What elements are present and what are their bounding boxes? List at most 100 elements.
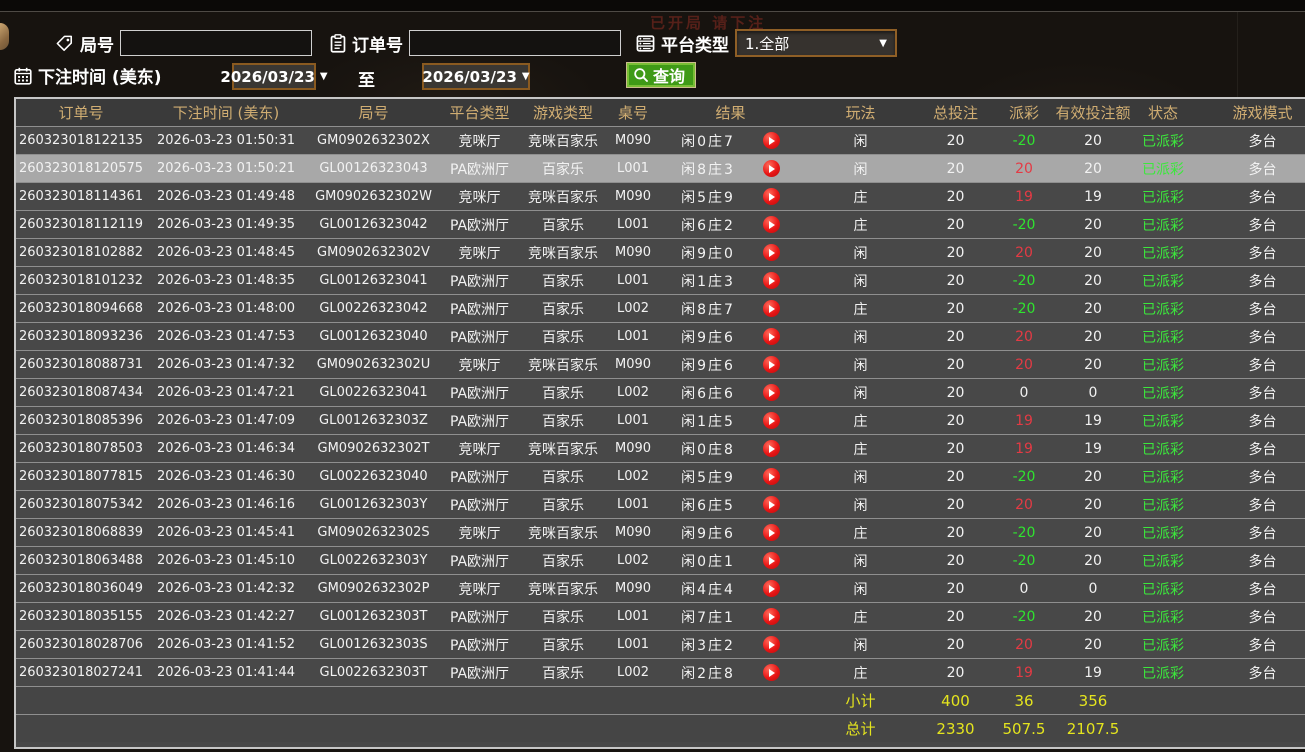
table-row[interactable]: 260323018036049 2026-03-23 01:42:32 GM09… bbox=[16, 574, 1305, 603]
play-video-icon[interactable] bbox=[762, 608, 780, 625]
table-row[interactable]: 260323018102882 2026-03-23 01:48:45 GM09… bbox=[16, 238, 1305, 267]
platform-type-cell: 竞咪厅 bbox=[441, 518, 518, 547]
play-video-icon[interactable] bbox=[762, 412, 780, 429]
play-video-icon[interactable] bbox=[762, 580, 780, 597]
bet-time-cell: 2026-03-23 01:50:21 bbox=[146, 154, 306, 183]
platform-type-cell: 竞咪厅 bbox=[441, 350, 518, 379]
game-mode-cell: 多台 bbox=[1195, 210, 1305, 239]
header-bet-time: 下注时间 (美东) bbox=[146, 99, 306, 127]
game-no-cell: GL00126323043 bbox=[306, 154, 441, 183]
date-to-picker[interactable]: 2026/03/23 ▼ bbox=[422, 63, 530, 90]
query-button[interactable]: 查询 bbox=[626, 62, 697, 88]
table-row[interactable]: 260323018094668 2026-03-23 01:48:00 GL00… bbox=[16, 294, 1305, 323]
game-mode-cell: 多台 bbox=[1195, 182, 1305, 211]
play-video-icon[interactable] bbox=[762, 328, 780, 345]
result-text: 闲4庄4 bbox=[681, 581, 735, 598]
play-video-icon[interactable] bbox=[762, 160, 780, 177]
play-video-icon[interactable] bbox=[762, 216, 780, 233]
order-no-filter: 订单号 bbox=[330, 30, 621, 56]
order-no-cell: 260323018101232 bbox=[16, 266, 146, 295]
game-mode-cell: 多台 bbox=[1195, 406, 1305, 435]
platform-type-select[interactable]: 1.全部 ▼ bbox=[735, 29, 897, 57]
game-type-cell: 百家乐 bbox=[518, 378, 608, 407]
table-no-cell: L002 bbox=[608, 658, 658, 687]
status-cell: 已派彩 bbox=[1131, 406, 1195, 435]
result-cell: 闲2庄8 bbox=[658, 658, 803, 687]
table-no-cell: L002 bbox=[608, 378, 658, 407]
table-row[interactable]: 260323018088731 2026-03-23 01:47:32 GM09… bbox=[16, 350, 1305, 379]
total-bet-cell: 20 bbox=[918, 630, 993, 659]
table-row[interactable]: 260323018087434 2026-03-23 01:47:21 GL00… bbox=[16, 378, 1305, 407]
payout-cell: 20 bbox=[993, 154, 1055, 183]
table-row[interactable]: 260323018063488 2026-03-23 01:45:10 GL00… bbox=[16, 546, 1305, 575]
play-triangle bbox=[769, 528, 776, 537]
table-row[interactable]: 260323018077815 2026-03-23 01:46:30 GL00… bbox=[16, 462, 1305, 491]
play-triangle bbox=[769, 444, 776, 453]
payout-cell: 20 bbox=[993, 490, 1055, 519]
play-type-cell: 闲 bbox=[803, 266, 918, 295]
play-video-icon[interactable] bbox=[762, 300, 780, 317]
valid-bet-cell: 19 bbox=[1055, 658, 1131, 687]
header-status: 状态 bbox=[1131, 99, 1195, 127]
game-mode-cell: 多台 bbox=[1195, 322, 1305, 351]
play-video-icon[interactable] bbox=[762, 552, 780, 569]
table-no-cell: M090 bbox=[608, 434, 658, 463]
game-no-cell: GL00126323042 bbox=[306, 210, 441, 239]
play-video-icon[interactable] bbox=[762, 524, 780, 541]
platform-type-cell: 竞咪厅 bbox=[441, 126, 518, 155]
status-cell: 已派彩 bbox=[1131, 574, 1195, 603]
payout-cell: -20 bbox=[993, 126, 1055, 155]
order-no-input[interactable] bbox=[409, 30, 621, 56]
bet-time-cell: 2026-03-23 01:50:31 bbox=[146, 126, 306, 155]
table-row[interactable]: 260323018035155 2026-03-23 01:42:27 GL00… bbox=[16, 602, 1305, 631]
play-video-icon[interactable] bbox=[762, 496, 780, 513]
result-cell: 闲0庄1 bbox=[658, 546, 803, 575]
play-video-icon[interactable] bbox=[762, 440, 780, 457]
play-type-cell: 闲 bbox=[803, 378, 918, 407]
total-bet-cell: 20 bbox=[918, 210, 993, 239]
table-row[interactable]: 260323018085396 2026-03-23 01:47:09 GL00… bbox=[16, 406, 1305, 435]
play-video-icon[interactable] bbox=[762, 468, 780, 485]
table-no-cell: M090 bbox=[608, 574, 658, 603]
order-no-cell: 260323018077815 bbox=[16, 462, 146, 491]
table-row[interactable]: 260323018028706 2026-03-23 01:41:52 GL00… bbox=[16, 630, 1305, 659]
play-video-icon[interactable] bbox=[762, 636, 780, 653]
bet-time-cell: 2026-03-23 01:47:09 bbox=[146, 406, 306, 435]
subtotal-payout: 36 bbox=[993, 686, 1055, 715]
table-row[interactable]: 260323018078503 2026-03-23 01:46:34 GM09… bbox=[16, 434, 1305, 463]
payout-cell: 19 bbox=[993, 434, 1055, 463]
play-triangle bbox=[769, 304, 776, 313]
status-cell: 已派彩 bbox=[1131, 602, 1195, 631]
table-row[interactable]: 260323018101232 2026-03-23 01:48:35 GL00… bbox=[16, 266, 1305, 295]
table-no-cell: L001 bbox=[608, 406, 658, 435]
game-type-cell: 竞咪百家乐 bbox=[518, 574, 608, 603]
table-row[interactable]: 260323018075342 2026-03-23 01:46:16 GL00… bbox=[16, 490, 1305, 519]
table-row[interactable]: 260323018068839 2026-03-23 01:45:41 GM09… bbox=[16, 518, 1305, 547]
result-cell: 闲1庄3 bbox=[658, 266, 803, 295]
play-video-icon[interactable] bbox=[762, 244, 780, 261]
table-row[interactable]: 260323018027241 2026-03-23 01:41:44 GL00… bbox=[16, 658, 1305, 687]
game-mode-cell: 多台 bbox=[1195, 546, 1305, 575]
table-row[interactable]: 260323018114361 2026-03-23 01:49:48 GM09… bbox=[16, 182, 1305, 211]
sidebar-toggle-arrow[interactable] bbox=[0, 23, 9, 50]
table-no-cell: L001 bbox=[608, 490, 658, 519]
table-no-cell: L001 bbox=[608, 322, 658, 351]
result-text: 闲0庄8 bbox=[681, 441, 735, 458]
table-row[interactable]: 260323018093236 2026-03-23 01:47:53 GL00… bbox=[16, 322, 1305, 351]
play-triangle bbox=[769, 500, 776, 509]
table-row[interactable]: 260323018122135 2026-03-23 01:50:31 GM09… bbox=[16, 126, 1305, 155]
game-no-input[interactable] bbox=[120, 30, 312, 56]
platform-type-cell: PA欧洲厅 bbox=[441, 406, 518, 435]
play-video-icon[interactable] bbox=[762, 356, 780, 373]
date-from-picker[interactable]: 2026/03/23 ▼ bbox=[220, 63, 328, 90]
status-cell: 已派彩 bbox=[1131, 546, 1195, 575]
order-no-cell: 260323018087434 bbox=[16, 378, 146, 407]
play-video-icon[interactable] bbox=[762, 272, 780, 289]
table-no-cell: L002 bbox=[608, 294, 658, 323]
play-video-icon[interactable] bbox=[762, 664, 780, 681]
play-video-icon[interactable] bbox=[762, 384, 780, 401]
table-row[interactable]: 260323018112119 2026-03-23 01:49:35 GL00… bbox=[16, 210, 1305, 239]
play-video-icon[interactable] bbox=[762, 188, 780, 205]
table-row[interactable]: 260323018120575 2026-03-23 01:50:21 GL00… bbox=[16, 154, 1305, 183]
play-video-icon[interactable] bbox=[762, 132, 780, 149]
